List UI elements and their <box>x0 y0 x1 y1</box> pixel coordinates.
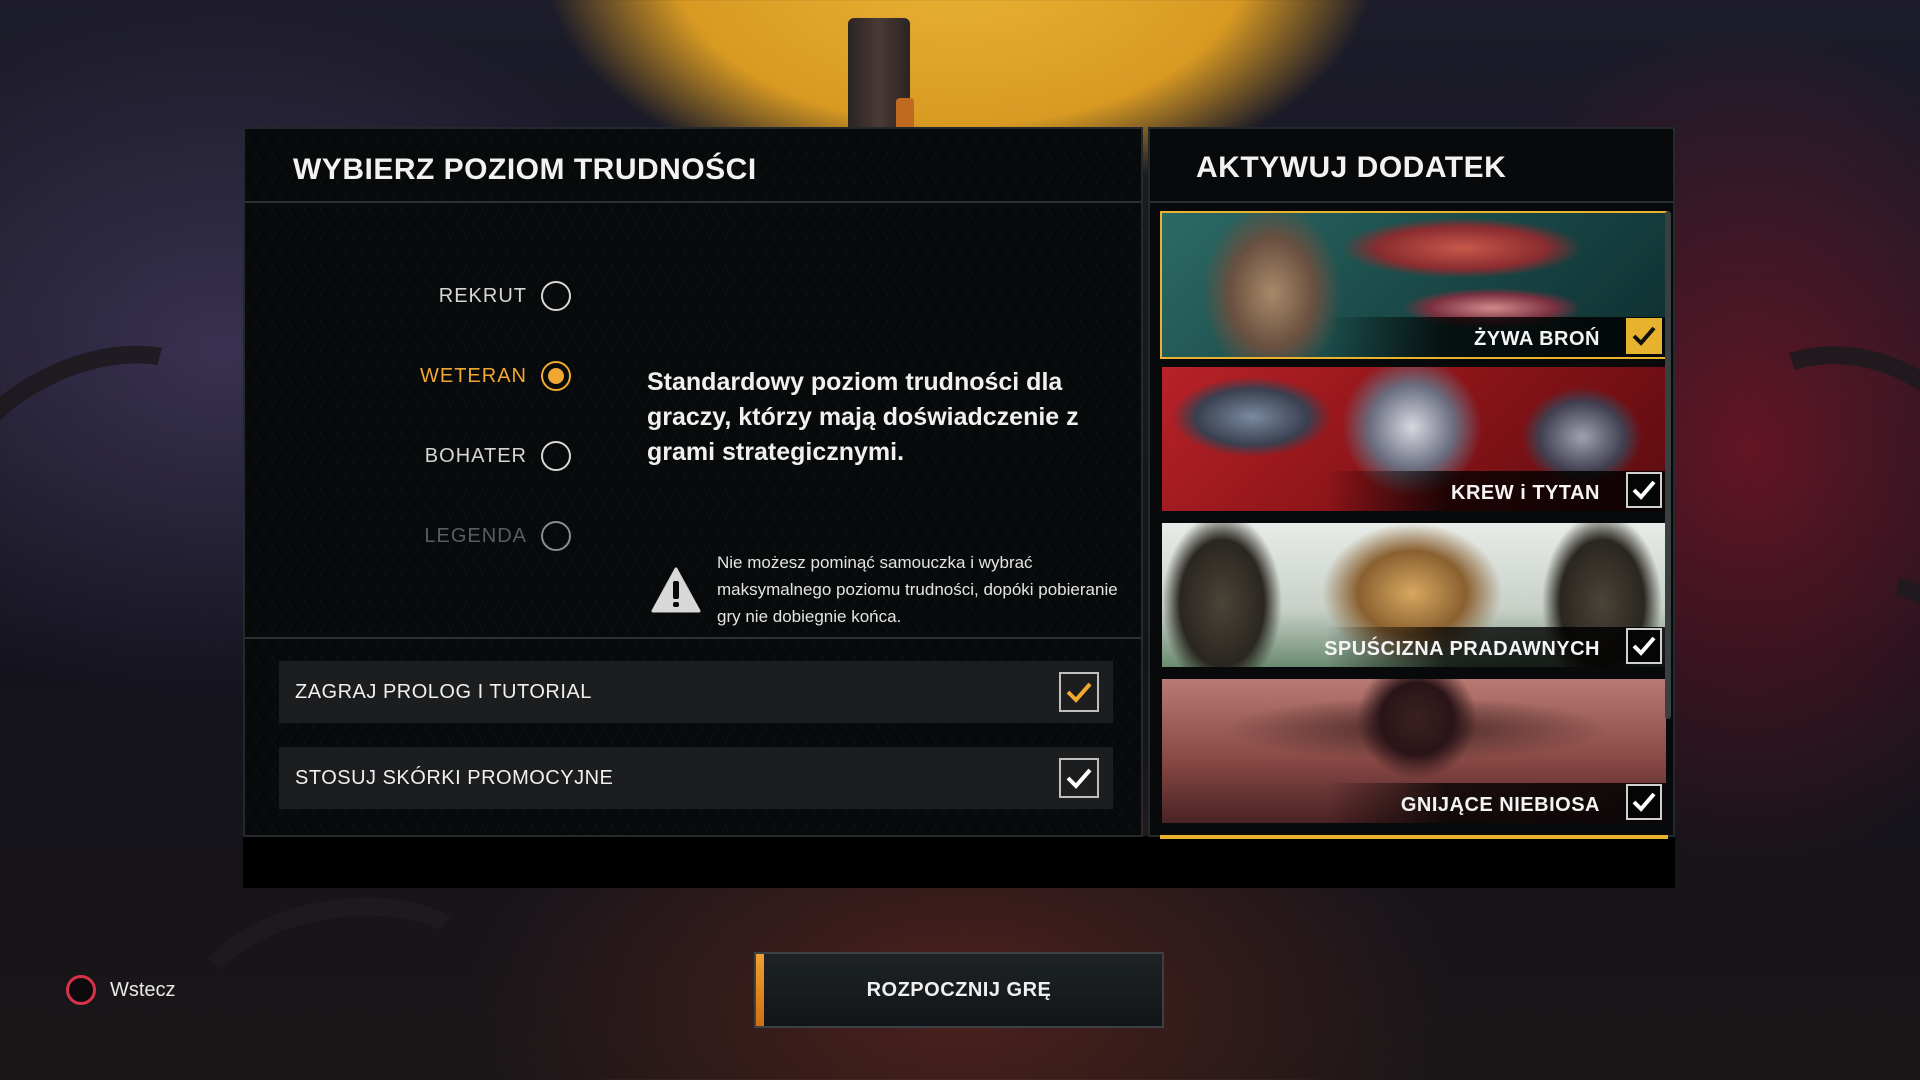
dlc-panel: AKTYWUJ DODATEK ŻYWA BROŃ KREW i TYTAN S… <box>1148 127 1675 839</box>
divider <box>245 637 1141 639</box>
dlc-label: GNIJĄCE NIEBIOSA <box>1400 794 1600 816</box>
difficulty-label: BOHATER <box>424 444 527 467</box>
dlc-label: ŻYWA BROŃ <box>1474 328 1600 350</box>
checkbox[interactable] <box>1059 672 1099 712</box>
difficulty-option-rekrut[interactable]: REKRUT <box>439 281 571 311</box>
difficulty-option-bohater[interactable]: BOHATER <box>425 441 571 471</box>
warning-message: Nie możesz pominąć samouczka i wybrać ma… <box>651 549 1121 630</box>
circle-button-icon <box>66 975 96 1005</box>
option-label: STOSUJ SKÓRKI PROMOCYJNE <box>295 766 614 789</box>
difficulty-option-weteran[interactable]: WETERAN <box>420 361 571 391</box>
start-label: ROZPOCZNIJ GRĘ <box>866 978 1052 1001</box>
checkbox[interactable] <box>1626 628 1662 664</box>
dlc-title: AKTYWUJ DODATEK <box>1196 151 1507 184</box>
background-tentacle <box>165 873 515 1080</box>
difficulty-title: WYBIERZ POZIOM TRUDNOŚCI <box>293 153 757 186</box>
radio-icon <box>541 281 571 311</box>
checkmark-icon <box>1066 768 1092 789</box>
checkbox[interactable] <box>1626 472 1662 508</box>
radio-icon <box>541 441 571 471</box>
dlc-card-legacy-ancients[interactable]: SPUŚCIZNA PRADAWNYCH <box>1160 521 1668 669</box>
back-label: Wstecz <box>110 978 176 1001</box>
button-accent <box>756 954 764 1026</box>
difficulty-label: LEGENDA <box>424 524 527 547</box>
checkbox[interactable] <box>1059 758 1099 798</box>
dlc-card-living-weapons[interactable]: ŻYWA BROŃ <box>1160 211 1668 359</box>
warning-icon <box>651 567 701 612</box>
checkmark-icon <box>1632 636 1656 656</box>
list-more-indicator <box>1160 835 1668 839</box>
option-label: ZAGRAJ PROLOG I TUTORIAL <box>295 680 592 703</box>
option-promo-skins[interactable]: STOSUJ SKÓRKI PROMOCYJNE <box>279 747 1113 809</box>
difficulty-description: Standardowy poziom trudności dla graczy,… <box>647 368 1079 466</box>
dlc-card-rotting-skies[interactable]: GNIJĄCE NIEBIOSA <box>1160 677 1668 825</box>
panel-footer-bar <box>243 836 1675 888</box>
difficulty-option-legenda[interactable]: LEGENDA <box>424 521 571 551</box>
radio-selected-icon <box>541 361 571 391</box>
checkmark-icon <box>1632 480 1656 500</box>
dlc-scrollbar[interactable] <box>1665 211 1671 719</box>
radio-icon <box>541 521 571 551</box>
back-button[interactable]: Wstecz <box>66 975 176 1005</box>
start-game-button[interactable]: ROZPOCZNIJ GRĘ <box>754 952 1164 1028</box>
checkmark-icon <box>1632 792 1656 812</box>
dlc-card-blood-titanium[interactable]: KREW i TYTAN <box>1160 365 1668 513</box>
dlc-label: SPUŚCIZNA PRADAWNYCH <box>1324 638 1600 660</box>
checkbox[interactable] <box>1626 318 1662 354</box>
difficulty-label: WETERAN <box>420 364 527 387</box>
divider <box>245 201 1141 203</box>
difficulty-label: REKRUT <box>438 284 527 307</box>
checkmark-icon <box>1632 326 1656 346</box>
difficulty-panel: WYBIERZ POZIOM TRUDNOŚCI REKRUT WETERAN … <box>243 127 1143 837</box>
background-weapon <box>848 18 914 138</box>
divider <box>1150 201 1673 203</box>
warning-text: Nie możesz pominąć samouczka i wybrać ma… <box>717 553 1118 626</box>
checkmark-icon <box>1066 682 1092 703</box>
checkbox[interactable] <box>1626 784 1662 820</box>
dlc-label: KREW i TYTAN <box>1451 482 1600 504</box>
option-prologue-tutorial[interactable]: ZAGRAJ PROLOG I TUTORIAL <box>279 661 1113 723</box>
